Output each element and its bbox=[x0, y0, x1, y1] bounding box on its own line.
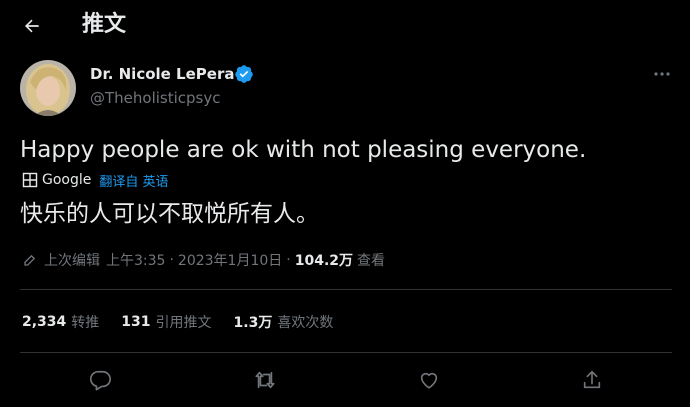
tweet-time[interactable]: 上午3:35 bbox=[106, 250, 165, 270]
page-title: 推文 bbox=[82, 12, 127, 37]
author-handle[interactable]: @Theholisticpsyc bbox=[90, 88, 221, 108]
tweet-detail-page: 推文 Dr. Nicole LePera @Theholisticpsyc Ha… bbox=[0, 0, 690, 407]
share-icon bbox=[583, 370, 601, 389]
retweets-stat[interactable]: 2,334 转推 bbox=[22, 312, 99, 332]
header: 推文 bbox=[0, 0, 690, 50]
avatar-image bbox=[20, 60, 76, 116]
avatar[interactable] bbox=[20, 60, 76, 116]
more-button[interactable] bbox=[648, 64, 676, 84]
divider bbox=[20, 352, 672, 353]
like-button[interactable] bbox=[414, 365, 444, 395]
google-g-icon bbox=[22, 172, 38, 188]
google-provider-label: Google bbox=[42, 172, 92, 188]
like-icon bbox=[420, 372, 438, 389]
verified-badge-icon bbox=[234, 64, 254, 84]
more-icon bbox=[654, 72, 670, 76]
back-arrow-icon bbox=[25, 19, 39, 33]
likes-stat[interactable]: 1.3万 喜欢次数 bbox=[234, 312, 334, 332]
meta-separator: · bbox=[169, 252, 174, 268]
translate-link[interactable]: 翻译自 英语 bbox=[99, 171, 168, 190]
quotes-stat[interactable]: 131 引用推文 bbox=[121, 312, 211, 332]
meta-separator: · bbox=[286, 252, 291, 268]
edit-icon bbox=[24, 254, 36, 266]
tweet-meta: 上次编辑 上午3:35 · 2023年1月10日 · 104.2万 查看 bbox=[22, 249, 385, 271]
back-button[interactable] bbox=[14, 8, 50, 44]
divider bbox=[20, 289, 672, 290]
quotes-label: 引用推文 bbox=[155, 315, 212, 331]
stats-row: 2,334 转推 131 引用推文 1.3万 喜欢次数 bbox=[22, 311, 355, 333]
views-label: 查看 bbox=[357, 253, 386, 269]
retweets-label: 转推 bbox=[71, 315, 100, 331]
retweets-count: 2,334 bbox=[22, 314, 67, 330]
author-name[interactable]: Dr. Nicole LePera bbox=[90, 64, 234, 84]
quotes-count: 131 bbox=[121, 314, 151, 330]
tweet-text: Happy people are ok with not pleasing ev… bbox=[20, 137, 587, 163]
edited-label[interactable]: 上次编辑 bbox=[44, 250, 100, 270]
translate-row: Google 翻译自 英语 bbox=[22, 169, 169, 191]
views-count: 104.2万 bbox=[294, 253, 354, 269]
likes-label: 喜欢次数 bbox=[277, 315, 334, 331]
likes-count: 1.3万 bbox=[233, 315, 273, 331]
translated-text: 快乐的人可以不取悦所有人。 bbox=[20, 201, 319, 227]
reply-button[interactable] bbox=[86, 365, 116, 395]
share-button[interactable] bbox=[577, 365, 607, 395]
retweet-icon bbox=[255, 371, 275, 389]
reply-icon bbox=[90, 370, 111, 391]
retweet-button[interactable] bbox=[250, 365, 280, 395]
tweet-date[interactable]: 2023年1月10日 bbox=[178, 250, 282, 270]
